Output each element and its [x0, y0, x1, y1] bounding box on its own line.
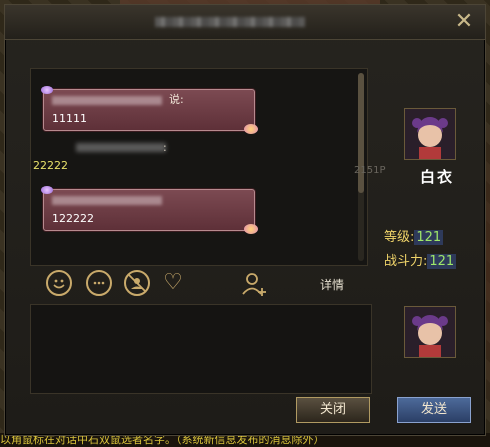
close-button[interactable]: 关闭: [296, 397, 370, 423]
message-text: 11111: [52, 112, 87, 125]
block-user-icon[interactable]: [124, 270, 150, 296]
message-text: 22222: [33, 159, 68, 172]
close-icon[interactable]: ✕: [453, 11, 475, 33]
level-stat: 等级: 121: [384, 226, 444, 245]
chat-message-bubble: 说: 11111: [41, 86, 258, 134]
power-stat: 战斗力: 121: [384, 250, 457, 269]
dialog-title-blurred: [155, 17, 305, 27]
target-avatar: [404, 108, 456, 160]
sender-name-blurred: [52, 96, 162, 105]
chat-message-bubble: 122222: [41, 186, 258, 234]
chat-log[interactable]: 说: 11111 : 22222 122222: [30, 68, 368, 266]
self-avatar: [404, 306, 456, 358]
message-text: 122222: [52, 212, 94, 225]
level-label: 等级:: [384, 230, 415, 245]
bubble-gem-icon: [41, 186, 53, 194]
sender-name-blurred: [52, 196, 162, 205]
details-link[interactable]: 详情: [320, 276, 344, 293]
faded-player-id: 2151P: [354, 165, 386, 176]
power-value: 121: [427, 254, 457, 269]
bubble-flower-icon: [244, 124, 258, 134]
chat-toolbar: ♡ 详情: [40, 270, 370, 300]
level-value: 121: [414, 230, 444, 245]
said-label: :: [163, 141, 167, 154]
smile-icon[interactable]: [46, 270, 72, 296]
power-label: 战斗力:: [384, 254, 428, 269]
bubble-gem-icon: [41, 86, 53, 94]
bubble-flower-icon: [244, 224, 258, 234]
send-button[interactable]: 发送: [397, 397, 471, 423]
speech-bubble-icon[interactable]: [86, 270, 112, 296]
heart-icon[interactable]: ♡: [160, 270, 186, 296]
dialog-titlebar: ✕: [5, 5, 485, 40]
add-friend-icon[interactable]: [240, 270, 266, 298]
said-label: 说:: [169, 93, 184, 106]
sender-name-blurred: [76, 143, 166, 152]
target-name: 白衣: [420, 168, 455, 186]
message-input[interactable]: [30, 304, 372, 394]
